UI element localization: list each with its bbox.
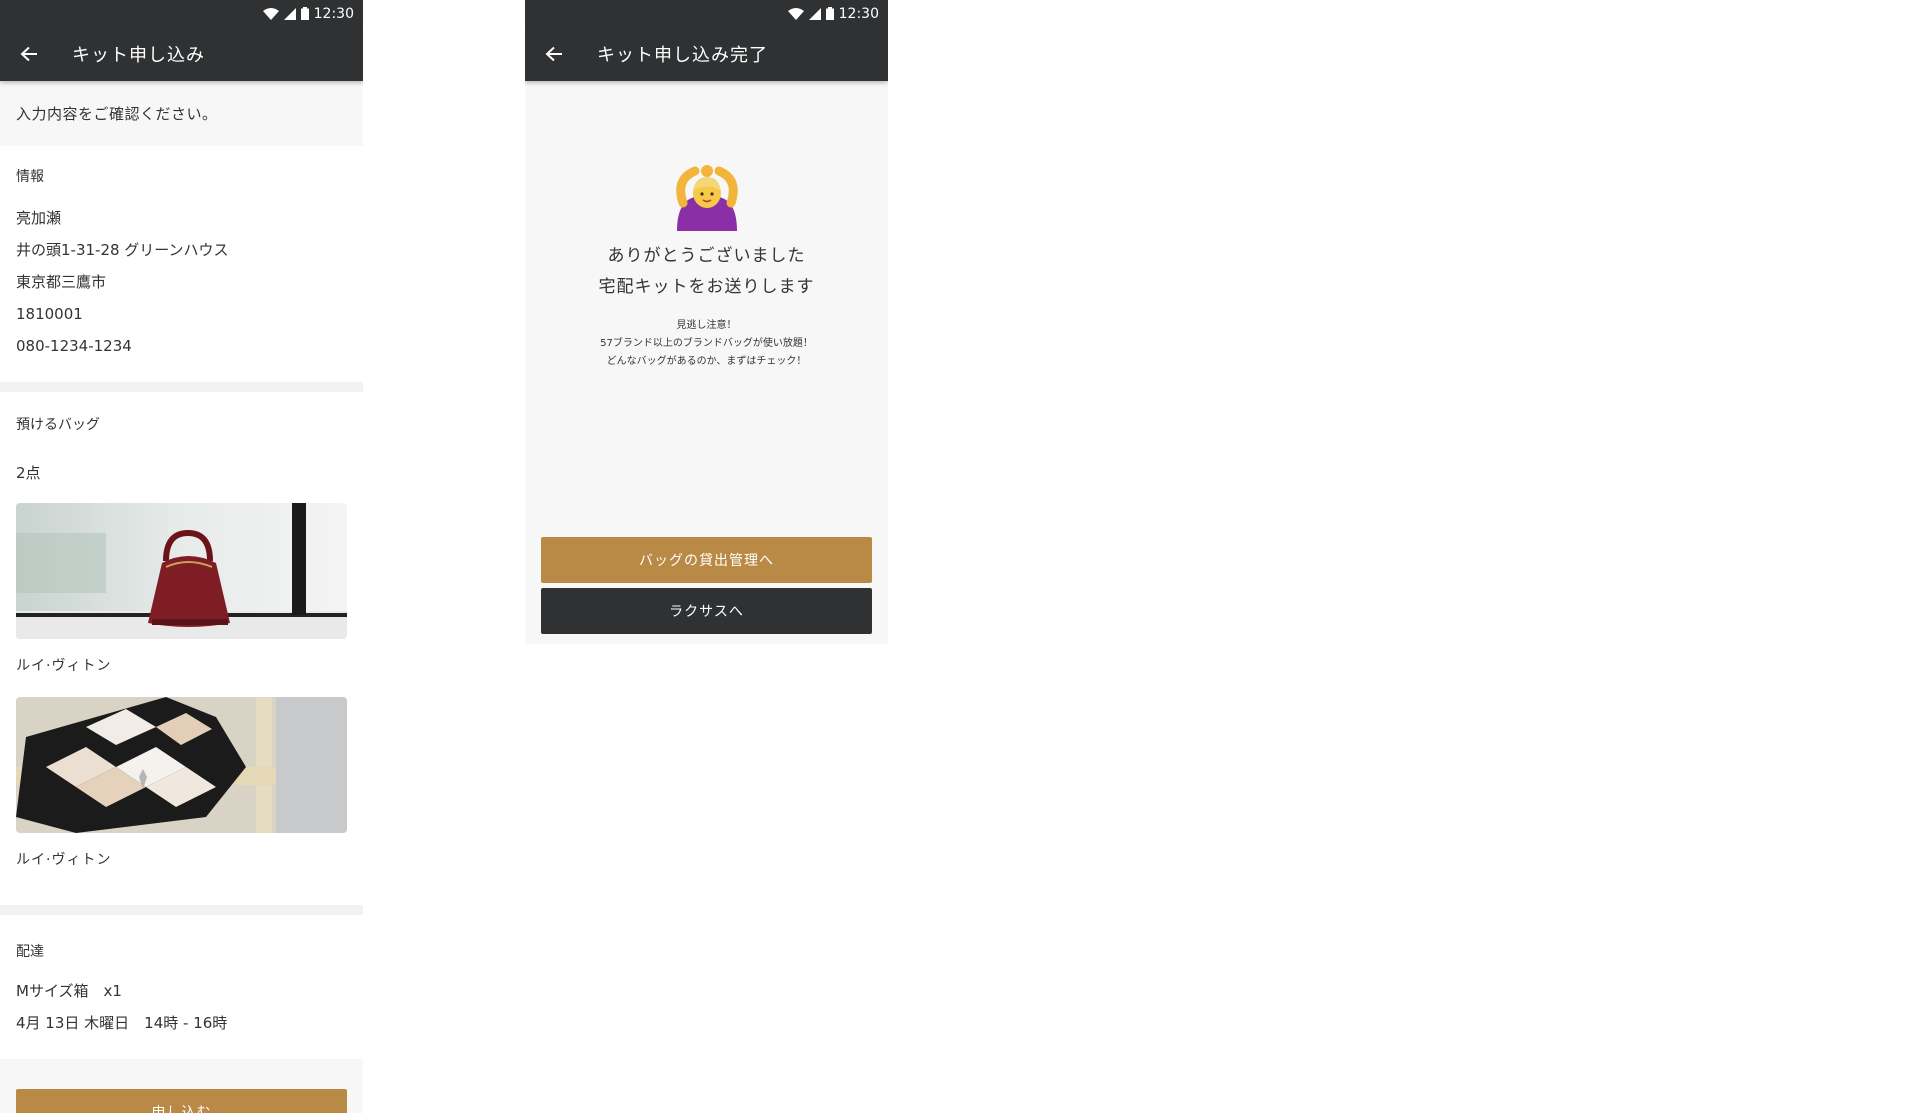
info-postal-code: 1810001 (16, 305, 83, 323)
notice-line-3: どんなバッグがあるのか、まずはチェック！ (606, 356, 807, 367)
completion-screen: 12:30 キット申し込み完了 ありがとうございました 宅配キットをお送りします (525, 0, 888, 644)
confirm-message: 入力内容をご確認ください。 (0, 81, 363, 146)
delivery-box-size: Mサイズ箱 x1 (16, 982, 122, 1000)
signal-icon (808, 7, 821, 20)
notice-text: 見逃し注意！ 57ブランド以上のブランドバッグが使い放題！ どんなバッグがあるの… (525, 317, 888, 371)
confirmation-screen: 12:30 キット申し込み 入力内容をご確認ください。 情報 亮加瀬 井の頭1-… (0, 0, 363, 1113)
section-divider (0, 905, 363, 915)
person-gesturing-ok-icon (673, 163, 741, 231)
back-button[interactable] (2, 27, 56, 81)
info-address-line1: 井の頭1-31-28 グリーンハウス (16, 241, 229, 259)
delivery-datetime: 4月 13日 木曜日 14時 - 16時 (16, 1014, 228, 1032)
submit-area: 申し込む (0, 1059, 363, 1113)
delivery-label: 配達 (16, 944, 44, 960)
page-title: キット申し込み完了 (597, 45, 768, 66)
status-time: 12:30 (838, 5, 879, 22)
back-button[interactable] (527, 27, 581, 81)
notice-line-2: 57ブランド以上のブランドバッグが使い放題！ (600, 338, 813, 349)
info-name: 亮加瀬 (16, 209, 62, 227)
app-bar: キット申し込み完了 (525, 27, 888, 81)
info-label: 情報 (16, 169, 44, 185)
wifi-icon (262, 7, 279, 20)
delivery-section: 配達 Mサイズ箱 x1 4月 13日 木曜日 14時 - 16時 (0, 915, 363, 1059)
notice-line-1: 見逃し注意！ (676, 320, 737, 331)
battery-icon (825, 7, 834, 20)
info-phone: 080-1234-1234 (16, 337, 132, 355)
bag-image-2 (16, 697, 347, 833)
status-bar: 12:30 (525, 0, 888, 27)
page-title: キット申し込み (72, 45, 205, 66)
thanks-line-1: ありがとうございました (607, 246, 806, 266)
status-bar: 12:30 (0, 0, 363, 27)
bag-brand-1: ルイ·ヴィトン (16, 658, 112, 674)
arrow-back-icon (545, 46, 562, 62)
action-buttons: バッグの貸出管理へ ラクサスへ (525, 537, 888, 634)
info-address-line2: 東京都三鷹市 (16, 273, 107, 291)
section-divider (0, 382, 363, 392)
completion-body: ありがとうございました 宅配キットをお送りします 見逃し注意！ 57ブランド以上… (525, 163, 888, 634)
app-bar: キット申し込み (0, 27, 363, 81)
thanks-message: ありがとうございました 宅配キットをお送りします (525, 241, 888, 303)
info-section: 情報 亮加瀬 井の頭1-31-28 グリーンハウス 東京都三鷹市 1810001… (0, 146, 363, 382)
arrow-back-icon (20, 46, 37, 62)
wifi-icon (787, 7, 804, 20)
bags-count: 2点 (16, 464, 41, 482)
thanks-line-2: 宅配キットをお送りします (598, 277, 815, 297)
bags-section: 預けるバッグ 2点 ルイ·ヴィトン ルイ·ヴィトン (0, 392, 363, 905)
status-time: 12:30 (313, 5, 354, 22)
laxus-home-button[interactable]: ラクサスへ (541, 588, 872, 634)
bag-brand-2: ルイ·ヴィトン (16, 852, 112, 868)
signal-icon (283, 7, 296, 20)
battery-icon (300, 7, 309, 20)
bags-label: 預けるバッグ (16, 417, 100, 433)
bag-image-1 (16, 503, 347, 639)
rental-management-button[interactable]: バッグの貸出管理へ (541, 537, 872, 583)
submit-button[interactable]: 申し込む (16, 1089, 347, 1113)
